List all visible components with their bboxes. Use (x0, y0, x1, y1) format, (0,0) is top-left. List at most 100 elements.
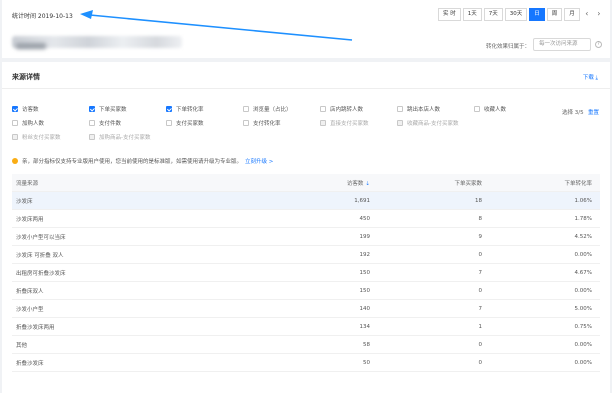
table-row[interactable]: 沙发床两用 450 8 1.78% (12, 210, 600, 228)
cell-order-buyers: 7 (478, 305, 483, 312)
checkbox-icon (243, 120, 249, 126)
cell-visitors: 199 (359, 233, 371, 240)
notice-text: 亲，部分指标仅支持专业版用户使用，您当前使用的是标准版，如需使用请升级为专业版。 (22, 159, 243, 165)
range-7d-button[interactable]: 7天 (483, 8, 503, 21)
cell-order-buyers: 18 (475, 197, 482, 204)
cell-order-buyers: 0 (478, 251, 483, 258)
table-row[interactable]: 折叠沙发床两用 134 1 0.75% (12, 318, 600, 336)
source-detail-card: 来源详情 下载 ⤓ 访客数 下单买家数 下单转化率 浏览量（占比） 店内跳转人数… (2, 62, 610, 393)
cell-source: 折叠沙发床两用 (16, 324, 55, 331)
select-count: 选择 3/5 (562, 110, 584, 116)
attribution-select[interactable]: 每一次访问来源 (533, 38, 591, 51)
cell-order-conversion: 0.00% (574, 359, 592, 366)
header-visitors[interactable]: 访客数 ⇣ (262, 179, 370, 187)
checkbox-icon (474, 106, 480, 112)
table-row[interactable]: 其他 58 0 0.00% (12, 336, 600, 354)
checkbox-icon (166, 106, 172, 112)
range-month-button[interactable]: 月 (564, 8, 580, 21)
checkbox-icon (397, 106, 403, 112)
cell-source: 沙发床 (16, 198, 33, 205)
download-button[interactable]: 下载 ⤓ (583, 73, 598, 82)
table-row[interactable]: 折叠沙发床 50 0 0.00% (12, 354, 600, 372)
cell-visitors: 150 (359, 269, 371, 276)
checkbox-icon (89, 106, 95, 112)
next-period-icon[interactable]: › (594, 8, 604, 21)
cell-source: 其他 (16, 342, 28, 349)
cell-order-conversion: 1.06% (574, 197, 592, 204)
cell-source: 沙发小户型 (16, 306, 44, 313)
range-1d-button[interactable]: 1天 (462, 8, 482, 21)
cell-source: 沙发床两用 (16, 216, 44, 223)
checkbox-icon (12, 120, 18, 126)
cell-order-conversion: 4.67% (574, 269, 592, 276)
metric-order-conversion[interactable]: 下单转化率 (166, 105, 204, 113)
cell-visitors: 1,691 (354, 197, 370, 204)
help-icon[interactable]: ? (595, 41, 602, 48)
cell-order-conversion: 0.75% (574, 323, 592, 330)
metric-paid-conversion[interactable]: 支付转化率 (243, 119, 281, 127)
table-body: 沙发床 1,691 18 1.06% 沙发床两用 450 8 1.78% 沙发小户型可以当床 19… (12, 192, 600, 372)
cell-order-conversion: 4.52% (574, 233, 592, 240)
metric-inshop-jumps[interactable]: 店内跳转人数 (320, 105, 363, 113)
header-order-buyers[interactable]: 下单买家数 (370, 179, 482, 187)
metric-fav-paid-buyers[interactable]: 收藏商品-支付买家数 (397, 119, 459, 127)
cell-source: 折叠床双人 (16, 288, 44, 295)
checkbox-icon (89, 120, 95, 126)
metric-exit-shop[interactable]: 跳出本店人数 (397, 105, 440, 113)
cell-order-conversion: 0.00% (574, 341, 592, 348)
cell-visitors: 58 (363, 341, 370, 348)
cell-visitors: 192 (359, 251, 371, 258)
checkbox-icon (397, 120, 403, 126)
table-header: 流量来源 访客数 ⇣ 下单买家数 下单转化率 (12, 174, 600, 192)
metric-paid-buyers[interactable]: 支付买家数 (166, 119, 204, 127)
table-row[interactable]: 沙发床 1,691 18 1.06% (12, 192, 600, 210)
cell-visitors: 50 (363, 359, 370, 366)
metric-direct-paid-buyers[interactable]: 直接支付买家数 (320, 119, 369, 127)
time-range-bar: 实 时 1天 7天 30天 日 周 月 ‹ › (436, 8, 604, 21)
table-row[interactable]: 沙发小户型 140 7 5.00% (12, 300, 600, 318)
cell-visitors: 150 (359, 287, 371, 294)
reset-button[interactable]: 重置 (588, 108, 599, 116)
cell-order-conversion: 0.00% (574, 251, 592, 258)
cell-visitors: 450 (359, 215, 371, 222)
checkbox-icon (320, 106, 326, 112)
cell-order-buyers: 1 (478, 323, 483, 330)
section-title: 来源详情 (12, 73, 40, 81)
cell-visitors: 140 (359, 305, 371, 312)
cell-order-buyers: 0 (478, 359, 483, 366)
divider (2, 88, 610, 89)
range-day-button[interactable]: 日 (529, 8, 545, 21)
cell-order-conversion: 5.00% (574, 305, 592, 312)
cell-source: 折叠沙发床 (16, 360, 44, 367)
table-row[interactable]: 沙发小户型可以当床 199 9 4.52% (12, 228, 600, 246)
metric-order-buyers[interactable]: 下单买家数 (89, 105, 127, 113)
metric-cart-paid-buyers[interactable]: 加购商品-支付买家数 (89, 133, 151, 141)
prev-period-icon[interactable]: ‹ (582, 8, 592, 21)
cell-order-buyers: 9 (478, 233, 483, 240)
cell-source: 沙发床 可折叠 双人 (16, 252, 64, 259)
upgrade-notice: 亲，部分指标仅支持专业版用户使用，您当前使用的是标准版，如需使用请升级为专业版。… (12, 157, 273, 165)
checkbox-icon (166, 120, 172, 126)
header-order-conversion[interactable]: 下单转化率 (482, 179, 596, 187)
header-source: 流量来源 (16, 180, 39, 187)
cell-order-buyers: 0 (478, 341, 483, 348)
metric-paid-items[interactable]: 支付件数 (89, 119, 121, 127)
range-week-button[interactable]: 周 (546, 8, 563, 21)
upgrade-link[interactable]: 立刻升级 > (245, 157, 273, 165)
metric-pageviews[interactable]: 浏览量（占比） (243, 105, 292, 113)
metric-favorites[interactable]: 收藏人数 (474, 105, 506, 113)
warning-icon (12, 158, 18, 164)
table-row[interactable]: 折叠床双人 150 0 0.00% (12, 282, 600, 300)
range-realtime-button[interactable]: 实 时 (438, 8, 461, 21)
stat-time: 统计时间 2019-10-13 (12, 13, 73, 20)
attribution-label: 转化效果归属于： (486, 44, 531, 50)
metric-add-cart[interactable]: 加购人数 (12, 119, 44, 127)
cell-visitors: 134 (359, 323, 371, 330)
table-row[interactable]: 沙发床 可折叠 双人 192 0 0.00% (12, 246, 600, 264)
cell-order-conversion: 0.00% (574, 287, 592, 294)
table-row[interactable]: 出租房可折叠沙发床 150 7 4.67% (12, 264, 600, 282)
metric-fan-paid-buyers[interactable]: 粉丝支付买家数 (12, 133, 61, 141)
range-30d-button[interactable]: 30天 (504, 8, 528, 21)
checkbox-icon (243, 106, 249, 112)
metric-visitors[interactable]: 访客数 (12, 105, 39, 113)
